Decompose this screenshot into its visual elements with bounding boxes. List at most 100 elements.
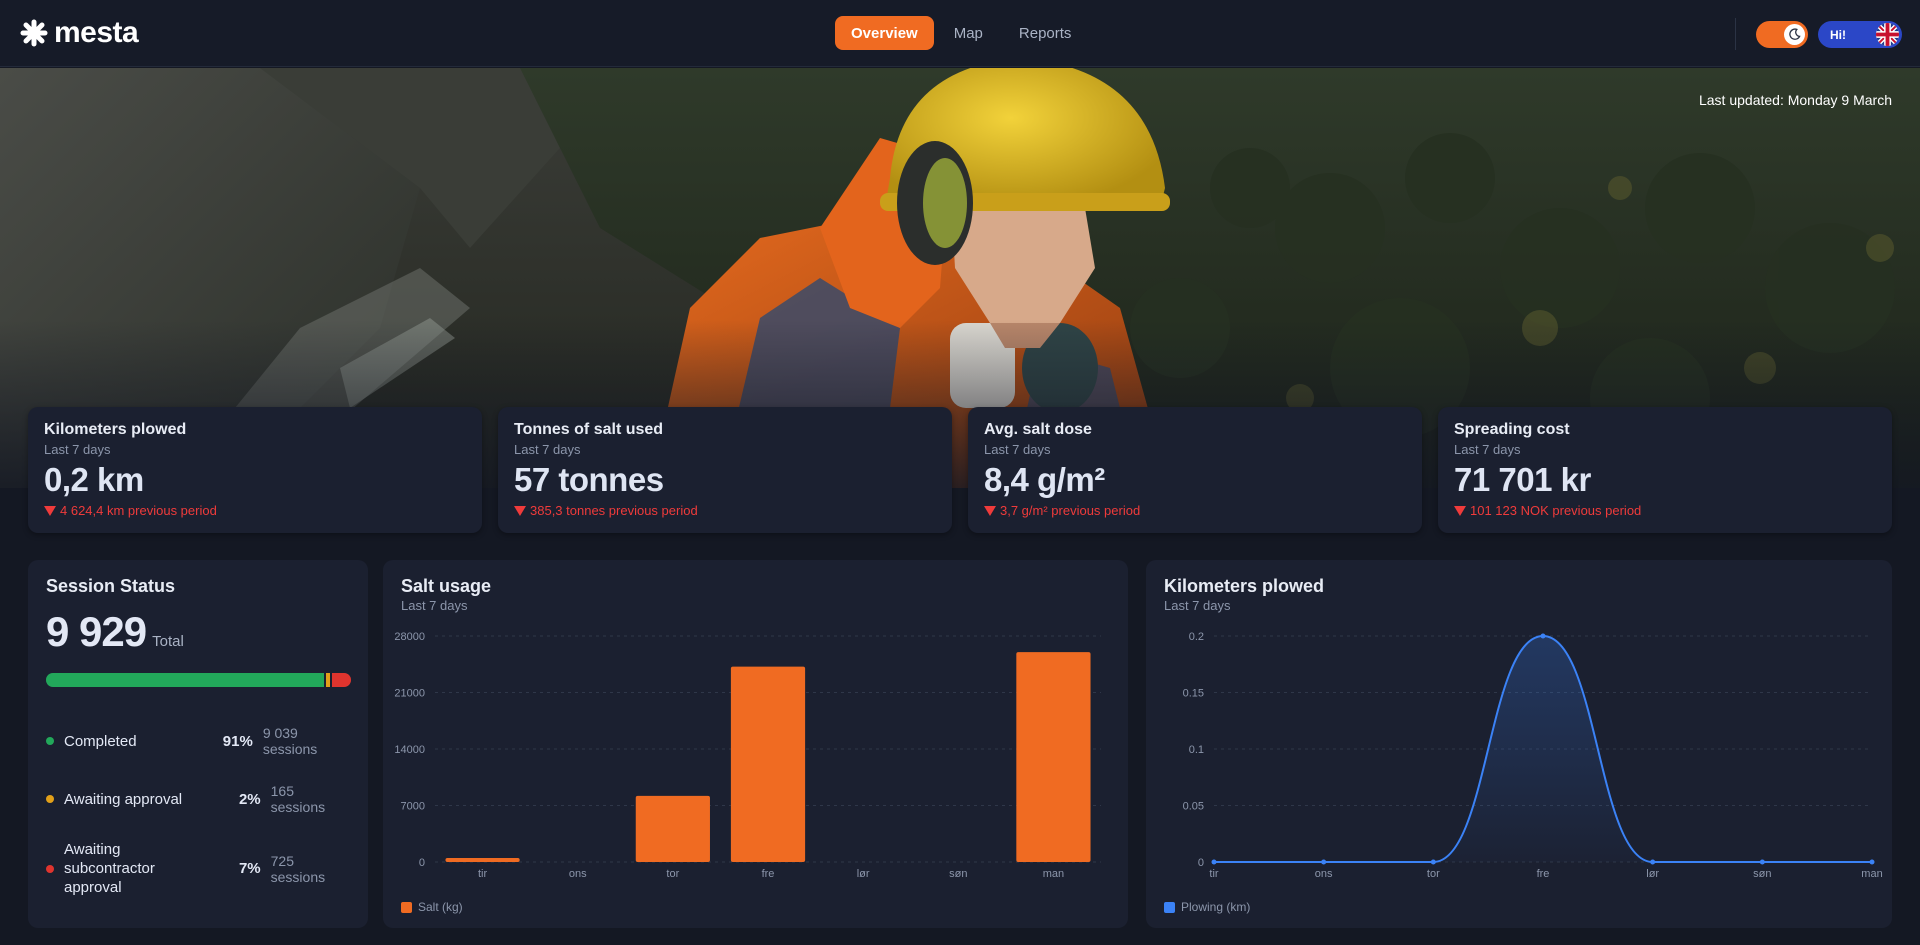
asterisk-logo-icon: [20, 19, 48, 47]
session-row-awaiting-approval[interactable]: Awaiting approval 2% 165 sessions: [46, 783, 351, 815]
kpi-title: Tonnes of salt used: [514, 421, 664, 438]
theme-toggle-knob: [1784, 24, 1805, 45]
y-tick-label: 0.1: [1189, 744, 1204, 756]
kpi-period: Last 7 days: [44, 442, 111, 457]
km-plowed-subtitle: Last 7 days: [1164, 598, 1231, 613]
kpi-title: Kilometers plowed: [44, 421, 187, 438]
session-row-label: Awaiting approval: [64, 790, 183, 808]
tab-overview[interactable]: Overview: [835, 16, 934, 50]
trend-down-icon: [1454, 505, 1466, 516]
session-row-percent: 2%: [238, 790, 261, 808]
x-tick-label: ons: [569, 868, 587, 880]
kpi-delta: 4 624,4 km previous period: [44, 503, 466, 518]
y-tick-label: 7000: [401, 801, 425, 813]
logo-text: mesta: [54, 16, 139, 49]
kpi-card-avg-salt-dose: Avg. salt dose Last 7 days 8,4 g/m² 3,7 …: [968, 407, 1422, 533]
session-row-percent: 7%: [238, 860, 261, 877]
bar-man: [1016, 652, 1091, 862]
salt-usage-panel: Salt usage Last 7 days 0 7000 14000 21000 28…: [383, 560, 1128, 928]
y-tick-label: 28000: [394, 631, 425, 643]
session-status-panel: Session Status 9 929 Total Completed 91%…: [28, 560, 368, 928]
tab-map[interactable]: Map: [938, 16, 999, 50]
session-row-count: 9 039 sessions: [262, 725, 318, 757]
session-row-completed[interactable]: Completed 91% 9 039 sessions: [46, 725, 351, 757]
km-plowed-title: Kilometers plowed: [1164, 576, 1325, 596]
data-point-ons: [1321, 859, 1327, 865]
data-point-tir: [1211, 859, 1217, 865]
y-tick-label: 0.2: [1189, 631, 1204, 643]
x-tick-label: lør: [857, 868, 870, 880]
session-total-value: 9 929: [46, 608, 147, 655]
tab-reports[interactable]: Reports: [1003, 16, 1088, 50]
x-tick-label: søn: [1753, 868, 1771, 880]
kpi-delta: 101 123 NOK previous period: [1454, 503, 1876, 518]
theme-toggle[interactable]: [1756, 21, 1808, 48]
language-toggle[interactable]: Hi!: [1818, 21, 1902, 48]
km-plowed-legend[interactable]: Plowing (km): [1164, 900, 1250, 914]
kpi-delta-text: 3,7 g/m² previous period: [1000, 503, 1141, 518]
y-tick-label: 0.05: [1183, 801, 1204, 813]
progress-segment-subcontractor: [329, 673, 351, 687]
salt-usage-legend[interactable]: Salt (kg): [401, 900, 463, 914]
mesta-logo[interactable]: mesta: [20, 15, 139, 51]
x-tick-label: ons: [1315, 868, 1333, 880]
x-tick-label: tor: [1427, 868, 1440, 880]
kpi-period: Last 7 days: [984, 442, 1051, 457]
session-row-awaiting-subcontractor[interactable]: Awaiting subcontractor approval 7% 725 s…: [46, 840, 351, 897]
trend-down-icon: [44, 505, 56, 516]
kpi-period: Last 7 days: [514, 442, 581, 457]
x-tick-label: fre: [1537, 868, 1550, 880]
main-nav: Overview Map Reports: [835, 16, 1087, 50]
y-tick-label: 21000: [394, 688, 425, 700]
kpi-delta-text: 4 624,4 km previous period: [60, 503, 217, 518]
data-point-søn: [1759, 859, 1765, 865]
legend-label: Plowing (km): [1181, 900, 1251, 914]
session-total-label: Total: [152, 633, 184, 650]
kpi-card-spreading-cost: Spreading cost Last 7 days 71 701 kr 101…: [1438, 407, 1892, 533]
data-point-fre: [1540, 633, 1546, 639]
session-total: 9 929 Total: [46, 608, 184, 656]
x-tick-label: man: [1861, 868, 1882, 880]
x-tick-label: fre: [762, 868, 775, 880]
session-row-count: 725 sessions: [270, 852, 326, 885]
moon-icon: [1789, 28, 1801, 40]
bar-fre: [730, 666, 806, 862]
y-tick-label: 0: [419, 857, 425, 869]
trend-down-icon: [984, 505, 996, 516]
kpi-value: 57 tonnes: [514, 461, 664, 498]
progress-segment-completed: [46, 673, 324, 687]
salt-usage-title: Salt usage: [401, 576, 492, 596]
trend-down-icon: [514, 505, 526, 516]
legend-label: Salt (kg): [418, 900, 463, 914]
session-row-count: 165 sessions: [270, 783, 326, 815]
x-tick-label: lør: [1646, 868, 1659, 880]
session-row-label: Completed: [64, 732, 137, 750]
x-tick-label: søn: [949, 868, 967, 880]
data-point-tor: [1430, 859, 1436, 865]
x-tick-label: tir: [1209, 868, 1219, 880]
bar-tor: [635, 795, 710, 862]
salt-usage-subtitle: Last 7 days: [401, 598, 468, 613]
kpi-card-kilometers-plowed: Kilometers plowed Last 7 days 0,2 km 4 6…: [28, 407, 482, 533]
y-tick-label: 0.15: [1183, 688, 1204, 700]
kpi-delta: 3,7 g/m² previous period: [984, 503, 1406, 518]
kpi-period: Last 7 days: [1454, 442, 1521, 457]
top-bar: mesta Overview Map Reports Hi!: [0, 0, 1920, 67]
session-row-label: Awaiting subcontractor approval: [64, 841, 155, 896]
legend-swatch: [401, 901, 412, 913]
header-divider: [1735, 18, 1736, 50]
x-tick-label: tor: [666, 868, 679, 880]
kpi-value: 8,4 g/m²: [984, 461, 1105, 498]
salt-usage-chart: 0 7000 14000 21000 28000 tir ons tor fre lør søn ma…: [394, 631, 1101, 880]
bar-tir: [445, 857, 520, 862]
data-point-lør: [1650, 859, 1656, 865]
kpi-delta: 385,3 tonnes previous period: [514, 503, 936, 518]
session-progress-bar: [46, 673, 351, 687]
kpi-card-salt-used: Tonnes of salt used Last 7 days 57 tonne…: [498, 407, 952, 533]
kpi-delta-text: 385,3 tonnes previous period: [530, 503, 698, 518]
kpi-delta-text: 101 123 NOK previous period: [1470, 503, 1642, 518]
km-plowed-chart: 0 0.05 0.1 0.15 0.2 tir ons tor fre lør søn man: [1183, 631, 1883, 880]
last-updated-label: Last updated: Monday 9 March: [1698, 92, 1892, 108]
y-tick-label: 14000: [394, 744, 425, 756]
kpi-title: Avg. salt dose: [984, 421, 1092, 438]
